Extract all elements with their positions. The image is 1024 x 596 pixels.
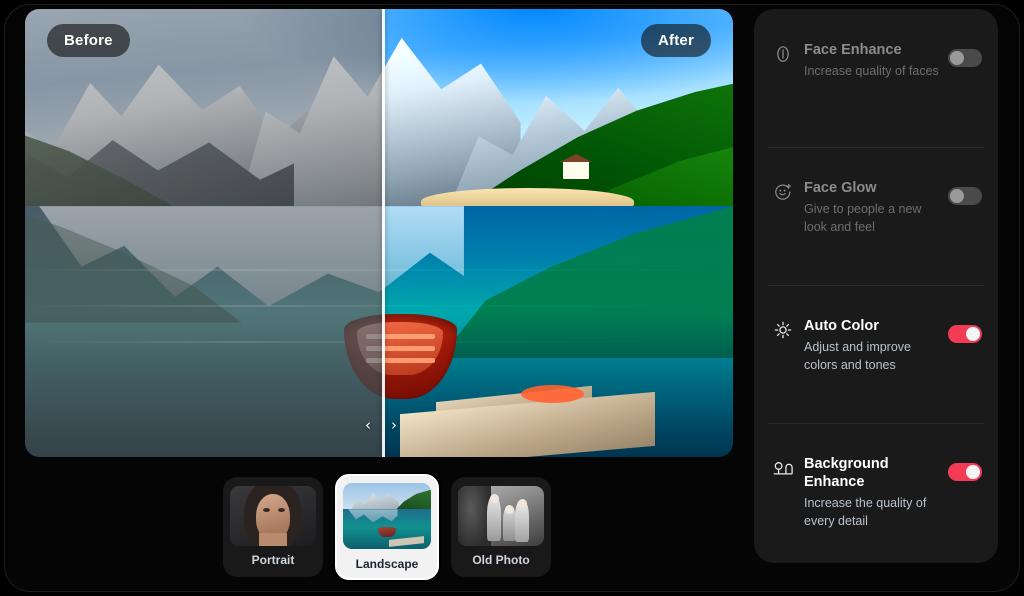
setting-description: Increase quality of faces [804,64,939,79]
after-badge: After [640,24,711,57]
thumbnail-landscape[interactable]: Landscape [335,474,439,580]
face-outline-icon [772,45,794,63]
toggle-face-glow[interactable] [948,187,982,205]
setting-description: Adjust and improve colors and tones [804,340,912,372]
portrait-thumbnail-image [230,486,316,546]
comparison-slider-handle[interactable]: ‹ › [365,418,397,433]
thumbnail-old-photo[interactable]: Old Photo [451,477,551,577]
setting-description: Increase the quality of every detail [804,496,927,528]
setting-face-enhance[interactable]: Face Enhance Increase quality of faces [754,9,998,147]
landscape-thumbnail-image [343,483,431,549]
brightness-sun-icon [772,321,794,339]
thumbnail-label: Portrait [251,553,295,567]
thumbnail-label: Old Photo [472,553,530,567]
chevron-left-icon[interactable]: ‹ [365,418,371,433]
chevron-right-icon[interactable]: › [391,418,397,433]
image-preview[interactable]: ‹ › Before After [25,9,733,457]
setting-title: Face Enhance [804,42,902,58]
toggle-face-enhance[interactable] [948,49,982,67]
landscape-trees-icon [772,459,794,477]
app-window: ‹ › Before After Portrait Landscape Old … [4,4,1020,592]
setting-auto-color[interactable]: Auto Color Adjust and improve colors and… [754,285,998,423]
smiley-sparkle-icon [772,183,794,201]
settings-panel: Face Enhance Increase quality of faces F… [754,9,998,563]
sample-thumbnail-strip: Portrait Landscape Old Photo [223,474,551,580]
setting-title: Background Enhance [804,456,889,491]
toggle-auto-color[interactable] [948,325,982,343]
setting-title: Auto Color [804,318,879,334]
comparison-divider-line [382,9,385,457]
setting-background-enhance[interactable]: Background Enhance Increase the quality … [754,423,998,561]
setting-description: Give to people a new look and feel [804,202,922,234]
old-photo-thumbnail-image [458,486,544,546]
setting-title: Face Glow [804,180,877,196]
setting-face-glow[interactable]: Face Glow Give to people a new look and … [754,147,998,285]
thumbnail-label: Landscape [355,557,419,571]
toggle-background-enhance[interactable] [948,463,982,481]
before-badge: Before [47,24,130,57]
thumbnail-portrait[interactable]: Portrait [223,477,323,577]
